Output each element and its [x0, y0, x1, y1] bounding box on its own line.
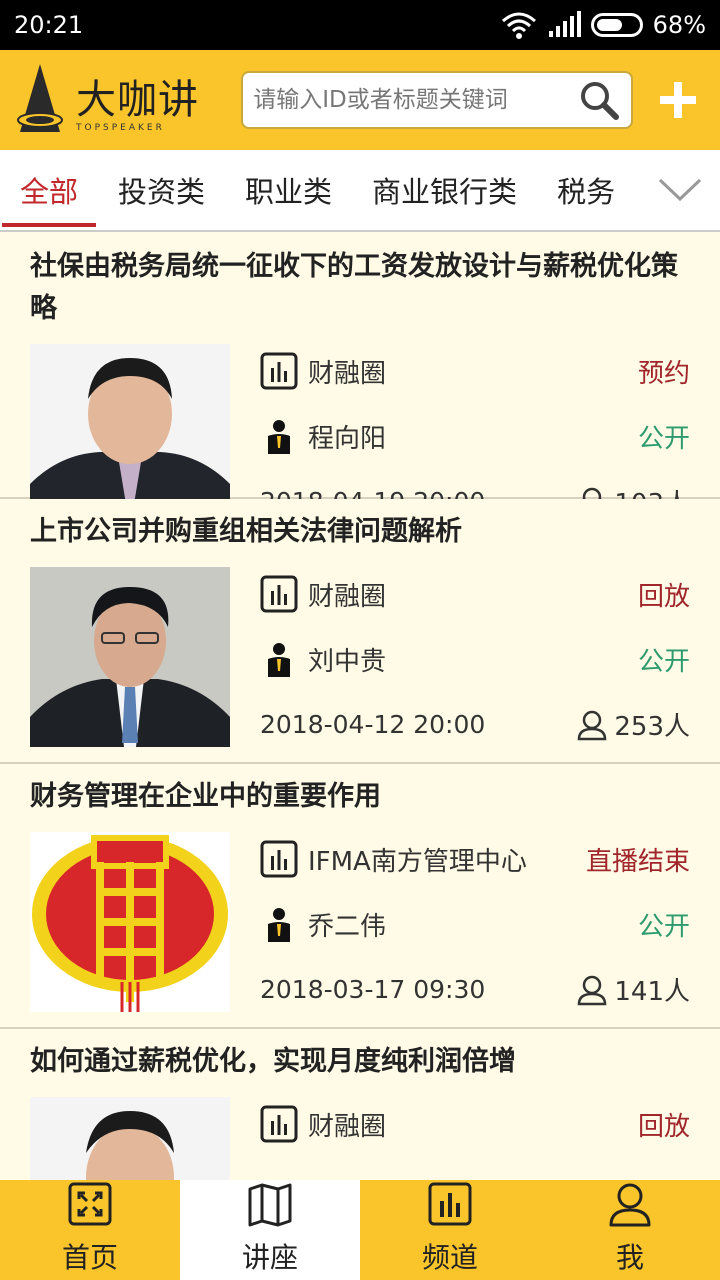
- map-icon: [246, 1180, 294, 1228]
- tab-investment[interactable]: 投资类: [98, 150, 225, 230]
- search-box[interactable]: [241, 71, 633, 129]
- channel-icon: [260, 575, 298, 613]
- channel-name: 财融圈: [308, 358, 387, 389]
- plus-icon: [660, 82, 697, 118]
- app-logo[interactable]: 大咖讲 TOPSPEAKER: [12, 50, 239, 150]
- brand-subtitle: TOPSPEAKER: [76, 123, 165, 133]
- status-bar: 20:21 68%: [0, 0, 720, 50]
- channel-icon: [260, 1105, 298, 1143]
- lecture-access: 公开: [637, 424, 690, 454]
- speaker-name: 乔二伟: [308, 912, 387, 942]
- lecture-list[interactable]: 社保由税务局统一征收下的工资发放设计与薪税优化策略 财融圈 预约 程向阳 公开 …: [0, 234, 720, 1180]
- chevron-down-icon: [658, 178, 702, 202]
- person-icon: [578, 975, 607, 1005]
- attendee-count: 141人: [614, 977, 690, 1007]
- lecture-title: 上市公司并购重组相关法律问题解析: [30, 516, 462, 547]
- tax-emblem-image: [30, 832, 230, 1012]
- lecture-card[interactable]: 社保由税务局统一征收下的工资发放设计与薪税优化策略 财融圈 预约 程向阳 公开: [0, 234, 720, 524]
- lecture-status: 回放: [637, 1111, 690, 1142]
- nav-home-label: 首页: [61, 1241, 118, 1274]
- nav-lectures-label: 讲座: [241, 1241, 298, 1274]
- home-icon: [66, 1180, 114, 1228]
- lecture-card[interactable]: 如何通过薪税优化，实现月度纯利润倍增 财融圈 回放: [0, 1029, 720, 1180]
- category-tabs: 全部 投资类 职业类 商业银行类 税务: [0, 150, 720, 232]
- lecture-card[interactable]: 财务管理在企业中的重要作用 IFMA南方管理中心 直播结束 乔二伟 公开 201…: [0, 764, 720, 1029]
- person-icon: [578, 710, 607, 740]
- wifi-icon: [501, 12, 536, 39]
- lecture-status: 回放: [637, 581, 690, 612]
- channel-icon: [260, 840, 298, 878]
- nav-lectures[interactable]: 讲座: [180, 1180, 360, 1280]
- lecture-card[interactable]: 上市公司并购重组相关法律问题解析 财融圈 回放 刘中贵 公开 2018-04-1…: [0, 499, 720, 764]
- speaker-icon: [268, 907, 290, 942]
- speaker-photo: [30, 344, 230, 524]
- nav-home[interactable]: 首页: [0, 1180, 180, 1280]
- app-header: 大咖讲 TOPSPEAKER: [0, 50, 720, 150]
- channel-name: 财融圈: [308, 1111, 387, 1142]
- attendee-count: 253人: [614, 712, 690, 742]
- nav-me-label: 我: [615, 1241, 644, 1274]
- logo-icon: [17, 64, 63, 132]
- tab-all[interactable]: 全部: [0, 150, 98, 230]
- speaker-icon: [268, 642, 290, 677]
- lecture-access: 公开: [637, 912, 690, 942]
- lecture-status: 直播结束: [585, 846, 690, 877]
- tab-tax[interactable]: 税务: [537, 150, 635, 230]
- speaker-photo: [30, 567, 230, 747]
- tab-career[interactable]: 职业类: [225, 150, 352, 230]
- speaker-icon: [268, 419, 290, 454]
- brand-name: 大咖讲: [76, 77, 199, 123]
- lecture-datetime: 2018-04-12 20:00: [260, 710, 486, 739]
- lecture-title: 如何通过薪税优化，实现月度纯利润倍增: [30, 1046, 516, 1077]
- nav-channels-label: 频道: [421, 1241, 478, 1274]
- channel-icon: [260, 352, 298, 390]
- search-input[interactable]: [253, 87, 577, 113]
- lecture-title: 财务管理在企业中的重要作用: [30, 781, 381, 812]
- tabs-expand-button[interactable]: [640, 150, 720, 230]
- status-time: 20:21: [14, 11, 84, 39]
- channel-icon: [426, 1180, 474, 1228]
- speaker-photo: [30, 1097, 230, 1180]
- status-icons: 68%: [501, 11, 706, 39]
- lecture-title: 社保由税务局统一征收下的工资发放设计与薪税优化策略: [30, 251, 678, 324]
- speaker-name: 刘中贵: [308, 647, 387, 677]
- tab-commercial-bank[interactable]: 商业银行类: [352, 150, 537, 230]
- lecture-access: 公开: [637, 647, 690, 677]
- battery-percent: 68%: [652, 11, 706, 39]
- add-button[interactable]: [649, 70, 708, 130]
- nav-me[interactable]: 我: [540, 1180, 720, 1280]
- battery-icon: [590, 13, 643, 37]
- user-icon: [606, 1180, 654, 1228]
- lecture-status: 预约: [637, 358, 690, 389]
- nav-channels[interactable]: 频道: [360, 1180, 540, 1280]
- bottom-nav: 首页 讲座 频道 我: [0, 1180, 720, 1280]
- channel-name: IFMA南方管理中心: [308, 846, 527, 877]
- signal-icon: [548, 11, 581, 37]
- lecture-datetime: 2018-03-17 09:30: [260, 975, 486, 1004]
- speaker-name: 程向阳: [308, 424, 387, 454]
- search-icon[interactable]: [577, 78, 621, 122]
- brand: 大咖讲 TOPSPEAKER: [76, 67, 199, 133]
- channel-name: 财融圈: [308, 581, 387, 612]
